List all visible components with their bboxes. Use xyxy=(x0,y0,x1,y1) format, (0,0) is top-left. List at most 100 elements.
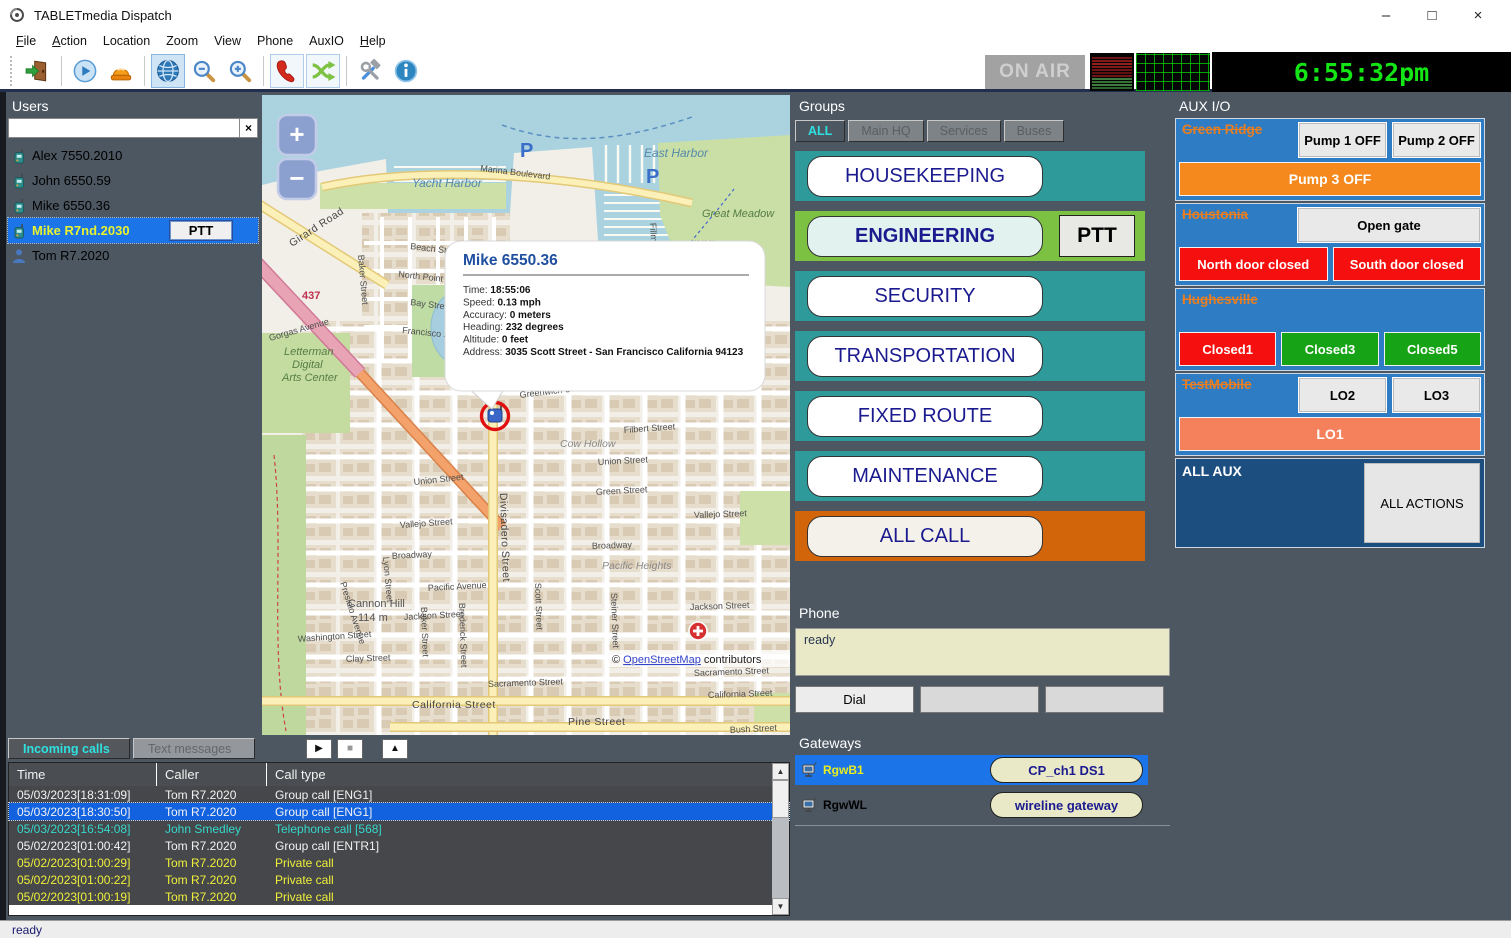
aux-button-lo1[interactable]: LO1 xyxy=(1179,417,1481,451)
menu-auxio[interactable]: AuxIO xyxy=(301,32,352,50)
svg-text:© OpenStreetMap contributors: © OpenStreetMap contributors xyxy=(612,654,762,666)
zoom-out-icon[interactable] xyxy=(187,54,221,88)
menu-zoom[interactable]: Zoom xyxy=(158,32,206,50)
map[interactable]: × × × × × Yacht H xyxy=(262,95,790,735)
group-button-maintenance[interactable]: MAINTENANCE xyxy=(807,456,1043,497)
call-cell: Tom R7.2020 xyxy=(157,871,267,888)
phone-button-3[interactable] xyxy=(1045,686,1164,713)
play-icon[interactable] xyxy=(68,54,102,88)
move-up-button[interactable]: ▲ xyxy=(382,739,408,759)
group-button-transportation[interactable]: TRANSPORTATION xyxy=(807,336,1043,377)
users-search-input[interactable] xyxy=(8,118,240,138)
call-cell: 05/03/2023[18:30:50] xyxy=(9,803,157,820)
scroll-down-button[interactable]: ▼ xyxy=(772,898,789,915)
menu-location[interactable]: Location xyxy=(95,32,158,50)
maximize-button[interactable]: □ xyxy=(1421,7,1443,24)
aux-button-pump-2-off[interactable]: Pump 2 OFF xyxy=(1392,122,1481,158)
group-button-all-call[interactable]: ALL CALL xyxy=(807,516,1043,557)
aux-button-closed3[interactable]: Closed3 xyxy=(1281,332,1378,366)
aux-button-closed1[interactable]: Closed1 xyxy=(1179,332,1276,366)
gateway-channel-button[interactable]: wireline gateway xyxy=(990,792,1143,818)
play-call-button[interactable]: ▶ xyxy=(306,739,332,759)
call-cell: 05/02/2023[01:00:29] xyxy=(9,854,157,871)
stop-call-button[interactable]: ■ xyxy=(337,739,363,759)
siren-icon[interactable] xyxy=(104,54,138,88)
aux-button-lo3[interactable]: LO3 xyxy=(1392,377,1481,413)
aux-button-open-gate[interactable]: Open gate xyxy=(1297,207,1481,243)
gateway-icon xyxy=(801,797,817,813)
map-label: East Harbor xyxy=(644,146,709,160)
call-row[interactable]: 05/03/2023[18:30:50]Tom R7.2020Group cal… xyxy=(9,803,789,820)
groups-panel: Groups ALLMain HQServicesBuses HOUSEKEEP… xyxy=(795,95,1170,571)
menu-file[interactable]: File xyxy=(8,32,44,50)
menu-help[interactable]: Help xyxy=(352,32,394,50)
groups-tab-main-hq[interactable]: Main HQ xyxy=(848,120,923,142)
vertical-scrollbar[interactable]: ▲ ▼ xyxy=(772,763,789,915)
groups-tab-buses[interactable]: Buses xyxy=(1004,120,1065,142)
popup-title: Mike 6550.36 xyxy=(463,252,558,269)
aux-panel-title: AUX I/O xyxy=(1175,95,1485,118)
gateway-row[interactable]: RgwB1CP_ch1 DS1 xyxy=(795,755,1148,785)
close-button[interactable]: × xyxy=(1467,7,1489,24)
minimize-button[interactable]: – xyxy=(1375,7,1397,24)
map-label: Arts Center xyxy=(281,372,339,384)
tab-incoming-calls[interactable]: Incoming calls xyxy=(8,738,130,759)
group-row: TRANSPORTATION xyxy=(795,331,1145,381)
phone-call-icon[interactable] xyxy=(270,54,304,88)
call-cell: Tom R7.2020 xyxy=(157,888,267,905)
dial-button[interactable]: Dial xyxy=(795,686,914,713)
aux-button-north-door-closed[interactable]: North door closed xyxy=(1179,247,1328,281)
call-cell: Group call [ENG1] xyxy=(267,786,789,803)
aux-button-lo2[interactable]: LO2 xyxy=(1298,377,1387,413)
gateway-channel-button[interactable]: CP_ch1 DS1 xyxy=(990,757,1143,783)
info-icon[interactable] xyxy=(389,54,423,88)
aux-button-south-door-closed[interactable]: South door closed xyxy=(1333,247,1482,281)
column-caller[interactable]: Caller xyxy=(157,763,267,786)
aux-button-pump-3-off[interactable]: Pump 3 OFF xyxy=(1179,162,1481,196)
call-row[interactable]: 05/02/2023[01:00:42]Tom R7.2020Group cal… xyxy=(9,837,789,854)
scrollbar-thumb[interactable] xyxy=(772,780,789,818)
user-item[interactable]: Mike R7nd.2030PTT xyxy=(8,218,258,243)
user-ptt-button[interactable]: PTT xyxy=(170,221,232,240)
group-button-security[interactable]: SECURITY xyxy=(807,276,1043,317)
call-row[interactable]: 05/02/2023[01:00:22]Tom R7.2020Private c… xyxy=(9,871,789,888)
column-time[interactable]: Time xyxy=(9,763,157,786)
scroll-up-button[interactable]: ▲ xyxy=(772,763,789,780)
tools-icon[interactable] xyxy=(353,54,387,88)
zoom-in-icon[interactable] xyxy=(223,54,257,88)
group-button-housekeeping[interactable]: HOUSEKEEPING xyxy=(807,156,1043,197)
group-button-engineering[interactable]: ENGINEERING xyxy=(807,216,1043,257)
gateway-row[interactable]: RgwWLwireline gateway xyxy=(795,790,1170,820)
user-item[interactable]: John 6550.59 xyxy=(8,168,258,193)
user-item[interactable]: Tom R7.2020 xyxy=(8,243,258,268)
map-globe-icon[interactable] xyxy=(151,54,185,88)
call-cell: Private call xyxy=(267,871,789,888)
call-row[interactable]: 05/03/2023[18:31:09]Tom R7.2020Group cal… xyxy=(9,786,789,803)
groups-tab-all[interactable]: ALL xyxy=(795,120,845,142)
openstreetmap-link[interactable]: OpenStreetMap xyxy=(623,654,701,666)
aux-button-closed5[interactable]: Closed5 xyxy=(1384,332,1481,366)
person-icon xyxy=(11,248,27,264)
aux-button-pump-1-off[interactable]: Pump 1 OFF xyxy=(1298,122,1387,158)
all-actions-button[interactable]: ALL ACTIONS xyxy=(1364,463,1480,543)
group-ptt-button[interactable]: PTT xyxy=(1059,215,1135,257)
groups-tab-services[interactable]: Services xyxy=(927,120,1001,142)
map-attribution: © OpenStreetMap contributors xyxy=(606,650,790,667)
call-row[interactable]: 05/02/2023[01:00:19]Tom R7.2020Private c… xyxy=(9,888,789,905)
call-cell: 05/02/2023[01:00:42] xyxy=(9,837,157,854)
menu-view[interactable]: View xyxy=(206,32,249,50)
column-call-type[interactable]: Call type xyxy=(267,763,789,786)
user-item[interactable]: Alex 7550.2010 xyxy=(8,143,258,168)
user-item[interactable]: Mike 6550.36 xyxy=(8,193,258,218)
tab-text-messages[interactable]: Text messages xyxy=(133,738,255,759)
call-row[interactable]: 05/02/2023[01:00:29]Tom R7.2020Private c… xyxy=(9,854,789,871)
exit-door-icon[interactable] xyxy=(21,54,55,88)
clear-search-button[interactable]: × xyxy=(240,118,258,138)
phone-button-2[interactable] xyxy=(920,686,1039,713)
call-row[interactable]: 05/03/2023[16:54:08]John SmedleyTelephon… xyxy=(9,820,789,837)
crossed-arrows-icon[interactable] xyxy=(306,54,340,88)
group-button-fixed-route[interactable]: FIXED ROUTE xyxy=(807,396,1043,437)
aux-all-label: ALL AUX xyxy=(1182,463,1242,479)
menu-phone[interactable]: Phone xyxy=(249,32,301,50)
menu-action[interactable]: Action xyxy=(44,32,95,50)
